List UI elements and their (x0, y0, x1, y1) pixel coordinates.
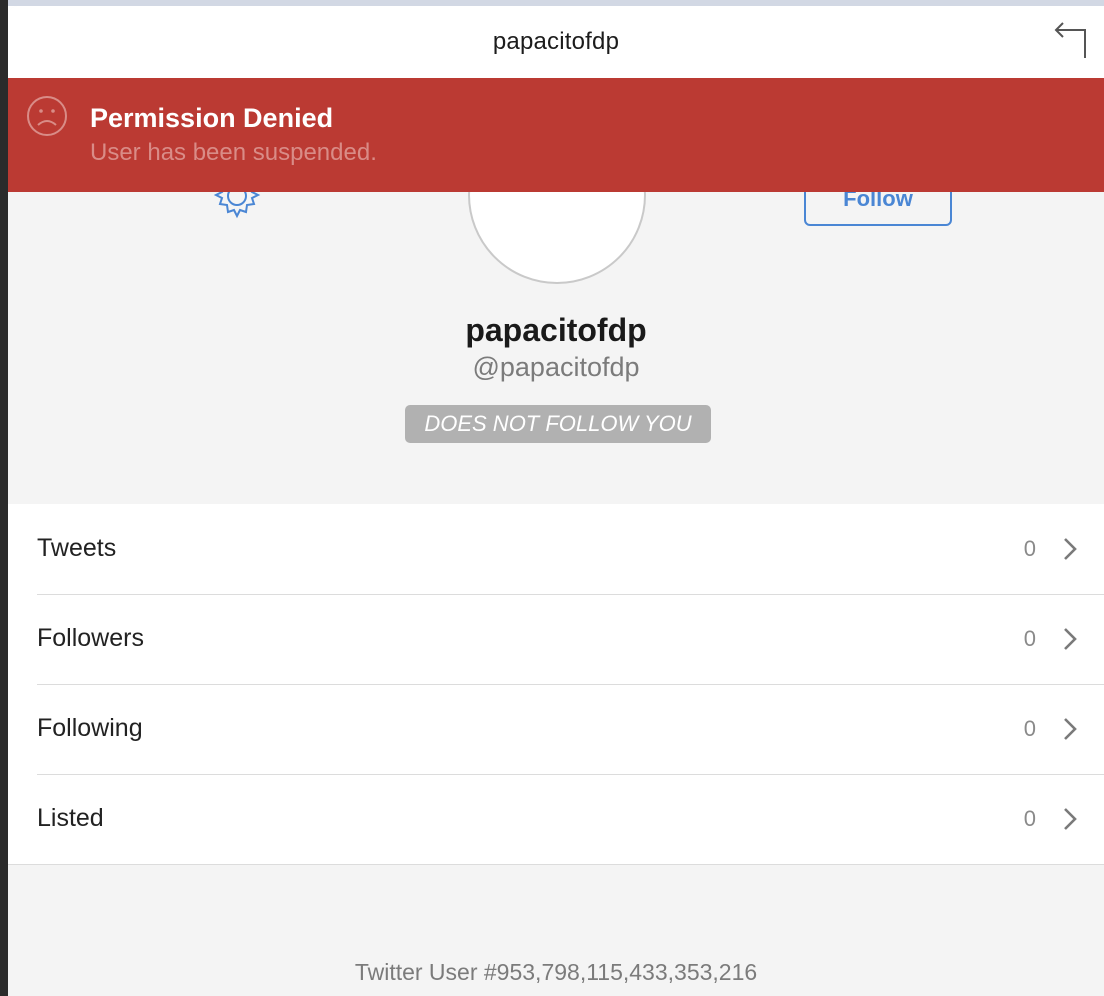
stats-row-label: Followers (37, 624, 144, 652)
user-id-footer: Twitter User #953,798,115,433,353,216 (354, 959, 758, 985)
permission-denied-banner: Permission Denied User has been suspende… (8, 78, 1104, 192)
chevron-right-icon (1064, 718, 1077, 740)
back-button[interactable] (1052, 20, 1092, 60)
stats-row-count: 0 (1023, 806, 1036, 831)
stats-list: Tweets 0 Followers 0 Following 0 Listed … (8, 504, 1104, 865)
relationship-badge: DOES NOT FOLLOW YOU (405, 405, 711, 443)
chevron-right-icon (1064, 808, 1077, 830)
navigation-bar: papacitofdp (8, 6, 1104, 79)
stats-row-listed[interactable]: Listed 0 (8, 774, 1104, 864)
chevron-right-icon (1064, 628, 1077, 650)
chevron-right-icon (1064, 538, 1077, 560)
stats-row-followers[interactable]: Followers 0 (8, 594, 1104, 684)
stats-row-tweets[interactable]: Tweets 0 (8, 504, 1104, 594)
stats-row-following[interactable]: Following 0 (8, 684, 1104, 774)
stats-row-label: Following (37, 714, 143, 742)
banner-message: User has been suspended. (90, 139, 377, 166)
return-arrow-icon (1054, 22, 1086, 58)
sad-face-icon (27, 96, 67, 136)
stats-row-label: Listed (37, 804, 104, 832)
stats-row-count: 0 (1023, 536, 1036, 561)
banner-title: Permission Denied (90, 103, 334, 133)
stats-row-count: 0 (1023, 716, 1036, 741)
user-handle: @papacitofdp (472, 352, 640, 382)
window-left-edge (0, 0, 8, 996)
profile-panel: papacitofdp Follow Permission Denied Use… (8, 6, 1104, 996)
stats-row-label: Tweets (37, 534, 117, 562)
display-name: papacitofdp (465, 312, 647, 348)
stats-row-count: 0 (1023, 626, 1036, 651)
page-title: papacitofdp (492, 28, 620, 55)
